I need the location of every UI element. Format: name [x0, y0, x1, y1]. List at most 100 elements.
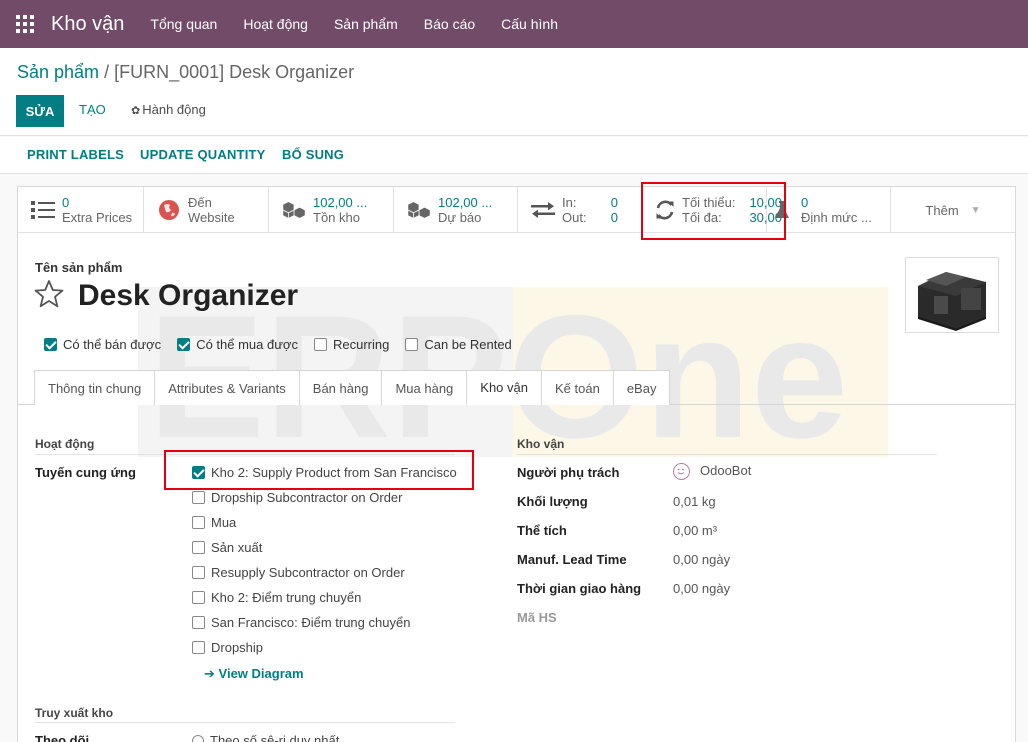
- action-label: Hành động: [142, 102, 206, 117]
- option-can-be-rented[interactable]: Can be Rented: [405, 337, 512, 352]
- route-item[interactable]: Resupply Subcontractor on Order: [192, 565, 405, 580]
- traceability-divider: [35, 722, 455, 723]
- app-brand[interactable]: Kho vận: [51, 13, 124, 36]
- star-icon[interactable]: [34, 279, 64, 309]
- manuf-lead-time-value[interactable]: 0,00 ngày: [673, 552, 730, 567]
- nav-item-operations[interactable]: Hoạt động: [243, 16, 308, 32]
- route-label: Sản xuất: [211, 540, 263, 555]
- option-can-be-purchased[interactable]: Có thể mua được: [177, 337, 298, 352]
- extra-prices-value: 0: [62, 195, 70, 210]
- website-label: Website: [188, 210, 235, 225]
- product-name[interactable]: Desk Organizer: [78, 279, 298, 313]
- action-menu-button[interactable]: ✿ Hành động: [131, 102, 206, 117]
- checkbox[interactable]: [177, 338, 191, 351]
- update-quantity-button[interactable]: UPDATE QUANTITY: [140, 147, 266, 162]
- checkbox[interactable]: [192, 566, 205, 579]
- control-panel: Sản phẩm / [FURN_0001] Desk Organizer SỬ…: [0, 48, 1028, 136]
- checkbox[interactable]: [192, 541, 205, 554]
- checkbox[interactable]: [405, 338, 419, 351]
- nav-item-overview[interactable]: Tổng quan: [150, 16, 217, 32]
- tab-purchase[interactable]: Mua hàng: [381, 370, 468, 405]
- list-icon: [30, 199, 56, 221]
- volume-label: Thể tích: [517, 523, 567, 538]
- form-header: PRINT LABELS UPDATE QUANTITY BỔ SUNG: [0, 137, 1028, 174]
- volume-value[interactable]: 0,00 m³: [673, 523, 717, 538]
- create-button[interactable]: TẠO: [79, 102, 106, 117]
- option-label: Recurring: [332, 337, 390, 352]
- route-item[interactable]: Kho 2: Điểm trung chuyển: [192, 590, 361, 605]
- bom-value: 0: [801, 195, 809, 210]
- notebook-tabs: Thông tin chung Attributes & Variants Bá…: [34, 370, 671, 405]
- checkbox[interactable]: [192, 516, 205, 529]
- radio-button[interactable]: [192, 734, 204, 742]
- weight-value[interactable]: 0,01 kg: [673, 494, 716, 509]
- checkbox[interactable]: [192, 591, 205, 604]
- on-hand-value: 102,00 ...: [313, 195, 368, 210]
- forecast-button[interactable]: 102,00 ... Dự báo: [394, 187, 518, 233]
- tab-ebay[interactable]: eBay: [612, 370, 671, 405]
- option-recurring[interactable]: Recurring: [313, 337, 390, 352]
- in-out-button[interactable]: In: 0 Out: 0: [518, 187, 642, 233]
- tab-sales[interactable]: Bán hàng: [298, 370, 383, 405]
- route-item[interactable]: Dropship Subcontractor on Order: [192, 490, 402, 505]
- cubes-icon: [406, 199, 432, 221]
- hs-code-label: Mã HS: [517, 610, 557, 625]
- route-item[interactable]: San Francisco: Điểm trung chuyển: [192, 615, 410, 630]
- nav-item-reports[interactable]: Báo cáo: [424, 16, 475, 32]
- gear-icon: ✿: [131, 105, 141, 117]
- caret-down-icon: ▼: [970, 204, 981, 216]
- checkbox[interactable]: [313, 338, 327, 351]
- apps-menu-icon[interactable]: [16, 15, 34, 33]
- delivery-time-value[interactable]: 0,00 ngày: [673, 581, 730, 596]
- option-label: Có thể bán được: [63, 337, 162, 352]
- route-label: San Francisco: Điểm trung chuyển: [211, 615, 411, 630]
- operations-group-title: Hoạt động: [35, 437, 95, 451]
- extra-prices-button[interactable]: 0 Extra Prices: [18, 187, 144, 233]
- manuf-lead-time-label: Manuf. Lead Time: [517, 552, 627, 567]
- forecast-value: 102,00 ...: [438, 195, 493, 210]
- checkbox[interactable]: [192, 616, 205, 629]
- route-label: Dropship: [211, 640, 264, 655]
- print-labels-button[interactable]: PRINT LABELS: [27, 147, 124, 162]
- checkbox[interactable]: [192, 641, 205, 654]
- on-hand-button[interactable]: 102,00 ... Tồn kho: [269, 187, 394, 233]
- option-label: Can be Rented: [424, 337, 512, 352]
- checkbox[interactable]: [44, 338, 57, 351]
- nav-item-products[interactable]: Sản phẩm: [334, 16, 398, 32]
- option-label: Có thể mua được: [196, 337, 298, 352]
- website-button[interactable]: Đến Website: [144, 187, 269, 233]
- route-item[interactable]: Sản xuất: [192, 540, 262, 555]
- product-name-label: Tên sản phẩm: [35, 260, 123, 275]
- replenish-button[interactable]: BỔ SUNG: [282, 147, 344, 162]
- extra-prices-label: Extra Prices: [62, 210, 133, 225]
- route-item[interactable]: Mua: [192, 515, 236, 530]
- responsible-value: OdooBot: [700, 463, 752, 478]
- avatar: [673, 463, 690, 481]
- tab-accounting[interactable]: Kế toán: [540, 370, 614, 405]
- option-can-be-sold[interactable]: Có thể bán được: [44, 337, 161, 352]
- on-hand-label: Tồn kho: [313, 210, 360, 225]
- tab-general-info[interactable]: Thông tin chung: [34, 370, 156, 405]
- exchange-icon: [530, 199, 556, 221]
- view-diagram-link[interactable]: ➔ View Diagram: [204, 666, 304, 682]
- edit-button[interactable]: SỬA: [16, 95, 64, 127]
- bom-label: Định mức ...: [801, 210, 872, 225]
- product-options: Có thể bán được Có thể mua được Recurrin…: [44, 337, 528, 352]
- view-diagram-label: View Diagram: [218, 666, 304, 681]
- product-image[interactable]: [905, 257, 999, 333]
- route-item[interactable]: Dropship: [192, 640, 263, 655]
- checkbox[interactable]: [192, 491, 205, 504]
- arrow-right-icon: ➔: [204, 666, 219, 681]
- nav-item-configuration[interactable]: Cấu hình: [501, 16, 558, 32]
- weight-label: Khối lượng: [517, 494, 588, 509]
- tracking-option[interactable]: Theo số sê-ri duy nhất: [192, 733, 339, 742]
- more-button[interactable]: Thêm ▼: [891, 187, 1015, 233]
- breadcrumb-parent[interactable]: Sản phẩm: [17, 62, 99, 82]
- tab-inventory[interactable]: Kho vận: [466, 370, 542, 405]
- route-label: Kho 2: Điểm trung chuyển: [211, 590, 362, 605]
- route-label: Mua: [211, 515, 237, 530]
- routes-label: Tuyến cung ứng: [35, 465, 136, 480]
- responsible-field[interactable]: OdooBot: [673, 463, 752, 481]
- traceability-group-title: Truy xuất kho: [35, 706, 114, 720]
- tab-attributes-variants[interactable]: Attributes & Variants: [154, 370, 300, 405]
